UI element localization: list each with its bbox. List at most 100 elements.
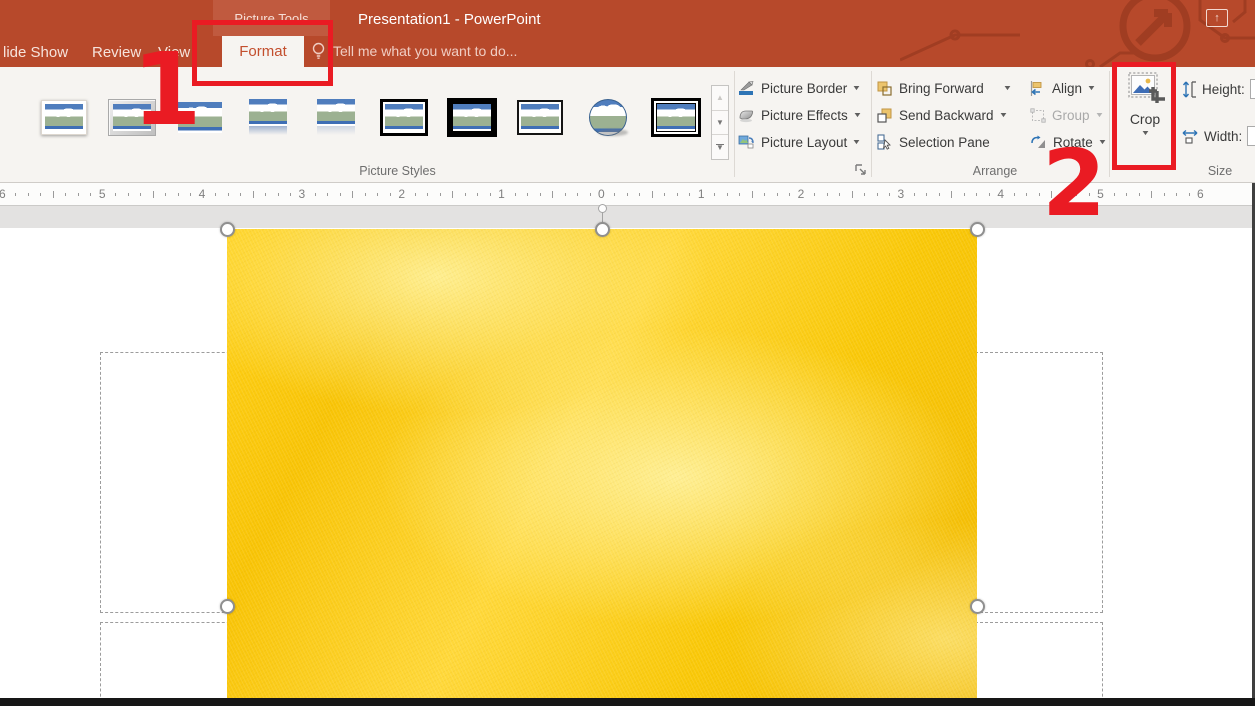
- ruler-tick: [1039, 193, 1040, 196]
- content-placeholder-left-top[interactable]: [100, 352, 240, 613]
- ruler-tick: [777, 193, 778, 196]
- thumbnail-landscape-image: [249, 99, 287, 126]
- ruler-tick: [1126, 193, 1127, 196]
- picture-style-simple-frame-white[interactable]: [40, 88, 88, 146]
- separator: [871, 71, 872, 177]
- picture-style-double-frame-black[interactable]: [380, 88, 428, 146]
- picture-style-reflection[interactable]: [244, 88, 292, 146]
- thumbnail-landscape-image: [657, 104, 695, 131]
- picture-style-thick-frame-black[interactable]: [448, 88, 496, 146]
- ruler-number: 6: [0, 187, 6, 201]
- resize-handle-middle-left[interactable]: [220, 599, 235, 614]
- thumbnail-landscape-image: [45, 104, 83, 131]
- height-field[interactable]: Height:: [1182, 79, 1255, 99]
- ruler-tick: [739, 193, 740, 196]
- group-label-picture-styles: Picture Styles: [330, 164, 465, 178]
- ruler-tick: [877, 193, 878, 196]
- dropdown-caret-icon: ▼: [852, 112, 862, 119]
- ruler-tick: [1189, 193, 1190, 196]
- tell-me-text: Tell me what you want to do...: [333, 43, 517, 59]
- group-button[interactable]: Group ▼: [1030, 104, 1102, 126]
- ruler-tick: [90, 193, 91, 196]
- bottom-window-edge: [0, 698, 1255, 706]
- send-backward-button[interactable]: Send Backward ▼: [877, 104, 1007, 126]
- ruler-tick: [540, 193, 541, 196]
- picture-layout-button[interactable]: Picture Layout ▼: [738, 131, 860, 153]
- selected-picture[interactable]: [227, 229, 977, 706]
- ruler-tick: [939, 193, 940, 196]
- annotation-digit-step1: 1: [132, 40, 202, 140]
- ruler-tick: [490, 193, 491, 196]
- ruler-tick: [1164, 193, 1165, 196]
- ruler-tick: [115, 193, 116, 196]
- ruler-tick: [427, 193, 428, 196]
- picture-style-thumbnail: [41, 100, 87, 135]
- rotation-handle[interactable]: [598, 204, 607, 213]
- ruler-tick: [964, 193, 965, 196]
- gallery-more-icon[interactable]: ▼: [712, 135, 728, 159]
- ruler-tick: [852, 191, 853, 198]
- content-placeholder-right-top[interactable]: [965, 352, 1103, 613]
- dropdown-caret-icon: ▼: [1087, 85, 1097, 92]
- ruler-tick: [926, 193, 927, 196]
- width-field[interactable]: Width:: [1182, 126, 1255, 146]
- ruler-tick: [515, 193, 516, 196]
- ruler-number: 1: [698, 187, 705, 201]
- ruler-tick: [864, 193, 865, 196]
- ruler-tick: [527, 193, 528, 196]
- selection-pane-button[interactable]: Selection Pane: [877, 131, 990, 153]
- annotation-box-step1: [192, 20, 333, 86]
- dropdown-caret-icon: ▼: [998, 112, 1008, 119]
- resize-handle-middle-right[interactable]: [970, 599, 985, 614]
- picture-style-simple-frame-black[interactable]: [516, 88, 564, 146]
- ruler-tick: [465, 193, 466, 196]
- picture-style-thumbnail: [651, 98, 701, 137]
- ruler-tick: [1139, 193, 1140, 196]
- tab-slide-show[interactable]: lide Show: [3, 44, 68, 61]
- picture-style-frame-black-double[interactable]: [652, 88, 700, 146]
- ruler-tick: [153, 191, 154, 198]
- picture-effects-icon: [738, 108, 755, 123]
- ruler-tick: [652, 191, 653, 198]
- content-placeholder-right-bottom[interactable]: [965, 622, 1103, 706]
- picture-effects-button[interactable]: Picture Effects ▼: [738, 104, 861, 126]
- ruler-tick: [889, 193, 890, 196]
- ruler-tick: [327, 193, 328, 196]
- picture-styles-dialog-launcher-icon[interactable]: [854, 163, 867, 176]
- content-placeholder-left-bottom[interactable]: [100, 622, 240, 706]
- picture-style-soft-reflection[interactable]: [312, 88, 360, 146]
- tell-me-box[interactable]: Tell me what you want to do...: [311, 42, 517, 60]
- resize-handle-top-left[interactable]: [220, 222, 235, 237]
- ruler-tick: [240, 193, 241, 196]
- gallery-scrollbar: ▲ ▼ ▼: [711, 85, 729, 160]
- ruler-tick: [128, 193, 129, 196]
- resize-handle-top-right[interactable]: [970, 222, 985, 237]
- gallery-scroll-down-icon[interactable]: ▼: [712, 111, 728, 136]
- height-input[interactable]: [1250, 79, 1255, 99]
- picture-style-oval-shadow[interactable]: [584, 88, 632, 146]
- ruler-number: 2: [798, 187, 805, 201]
- thumbnail-landscape-image: [385, 104, 423, 131]
- ruler-tick: [377, 193, 378, 196]
- ruler-tick: [565, 193, 566, 196]
- ruler-tick: [53, 191, 54, 198]
- resize-handle-top-center[interactable]: [595, 222, 610, 237]
- ruler-number: 3: [897, 187, 904, 201]
- ruler-tick: [140, 193, 141, 196]
- bring-forward-button[interactable]: Bring Forward ▼: [877, 77, 1011, 99]
- picture-style-thumbnail: [380, 99, 428, 136]
- annotation-digit-step2: 2: [1042, 138, 1106, 230]
- ruler-tick: [664, 193, 665, 196]
- ruler-tick: [28, 193, 29, 196]
- ribbon-display-options-icon[interactable]: ↑: [1206, 9, 1228, 27]
- ruler-tick: [1026, 193, 1027, 196]
- align-button[interactable]: Align ▼: [1030, 77, 1095, 99]
- separator: [734, 71, 735, 177]
- gallery-scroll-up-icon[interactable]: ▲: [712, 86, 728, 111]
- ruler-tick: [352, 191, 353, 198]
- width-input[interactable]: [1247, 126, 1255, 146]
- picture-border-button[interactable]: Picture Border ▼: [738, 77, 860, 99]
- window-title: Presentation1 - PowerPoint: [358, 11, 541, 28]
- picture-style-thumbnail: [317, 99, 355, 135]
- align-icon: [1030, 81, 1046, 96]
